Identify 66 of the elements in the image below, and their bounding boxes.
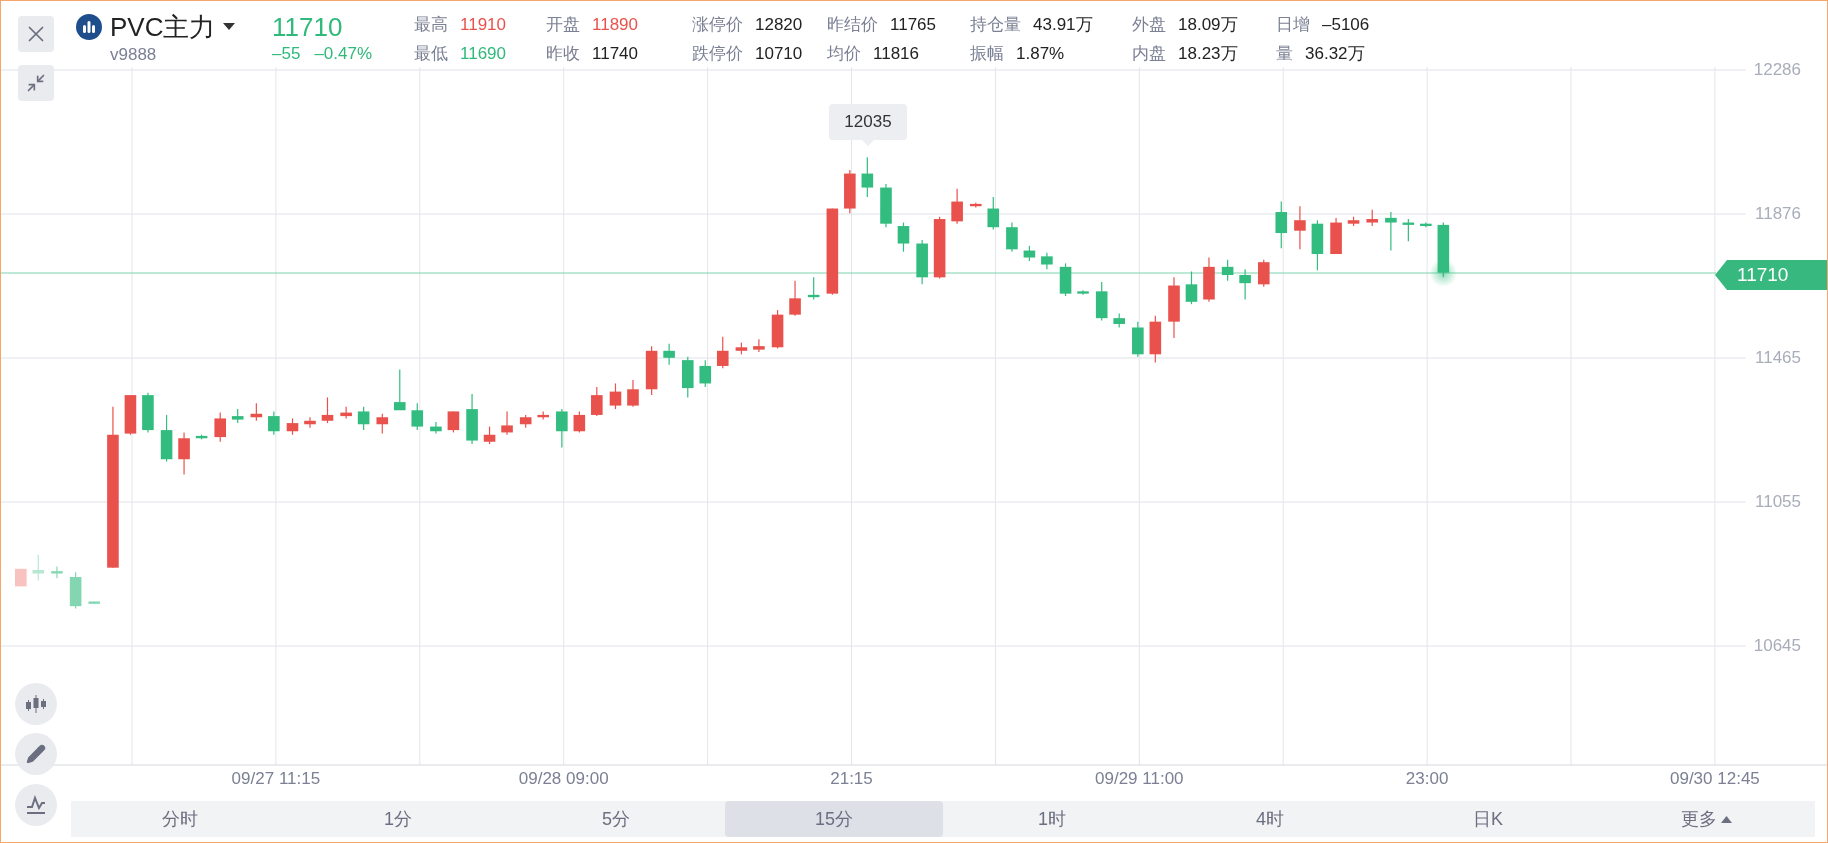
price-change: –55	[272, 45, 301, 62]
x-axis-label: 23:00	[1405, 770, 1449, 787]
y-axis-label: 11465	[1755, 349, 1801, 366]
stat-value: 11690	[460, 44, 506, 64]
last-price: 11710	[272, 12, 344, 42]
indicator-button[interactable]	[15, 784, 57, 826]
stat-value: 11740	[592, 44, 638, 64]
stat-label: 涨停价	[692, 15, 743, 35]
stat-label: 最高	[414, 15, 448, 35]
collapse-icon	[26, 73, 46, 93]
stat-label: 开盘	[546, 15, 580, 35]
collapse-button[interactable]	[18, 65, 54, 101]
y-axis-label: 10645	[1753, 637, 1801, 654]
y-axis-label: 11876	[1755, 205, 1801, 222]
stat-label: 日增	[1276, 15, 1310, 35]
stat-label: 量	[1276, 44, 1293, 64]
stat-value: 11890	[592, 15, 638, 35]
price-tag-pointer-icon	[1715, 260, 1727, 290]
timeframe-tab[interactable]: 更多	[1597, 801, 1815, 837]
caret-down-icon[interactable]	[223, 23, 236, 31]
x-axis-label: 21:15	[830, 770, 873, 787]
timeframe-tab[interactable]: 5分	[507, 801, 725, 837]
logo-icon	[76, 14, 102, 40]
stat-label: 最低	[414, 44, 448, 64]
timeframe-tab[interactable]: 1分	[289, 801, 507, 837]
stat-value: 18.23万	[1178, 44, 1238, 64]
stat-value: 12820	[755, 15, 803, 35]
y-axis-label: 11055	[1755, 493, 1801, 510]
close-button[interactable]	[18, 16, 54, 52]
x-axis-label: 09/29 11:00	[1095, 770, 1184, 787]
stat-value: 11910	[460, 15, 506, 35]
y-axis-label: 12286	[1753, 61, 1801, 78]
stat-value: –5106	[1322, 15, 1370, 35]
timeframe-tab[interactable]: 分时	[71, 801, 289, 837]
indicator-icon	[25, 794, 47, 816]
timeframe-tab[interactable]: 1时	[943, 801, 1161, 837]
stat-label: 跌停价	[692, 44, 743, 64]
x-axis-label: 09/30 12:45	[1670, 770, 1760, 787]
x-axis-label: 09/27 11:15	[231, 770, 321, 787]
draw-button[interactable]	[15, 733, 57, 775]
stat-value: 10710	[755, 44, 803, 64]
candlestick-icon	[25, 693, 47, 715]
stat-value: 43.91万	[1033, 15, 1093, 35]
caret-up-icon	[1720, 815, 1732, 823]
stat-label: 内盘	[1132, 44, 1166, 64]
timeframe-tab[interactable]: 15分	[725, 801, 943, 837]
timeframe-tab[interactable]: 日K	[1379, 801, 1597, 837]
stat-value: 18.09万	[1178, 15, 1238, 35]
chart-type-button[interactable]	[15, 683, 57, 725]
symbol-name: PVC主力	[110, 14, 216, 40]
stat-label: 昨结价	[827, 15, 878, 35]
stat-label: 外盘	[1132, 15, 1166, 35]
stat-value: 11765	[890, 15, 936, 35]
x-axis-label: 09/28 09:00	[518, 770, 609, 787]
stat-value: 1.87%	[1016, 44, 1065, 64]
stat-value: 11816	[873, 44, 919, 64]
pencil-icon	[26, 744, 46, 764]
stat-label: 持仓量	[970, 15, 1021, 35]
stat-label: 振幅	[970, 44, 1004, 64]
symbol-code: v9888	[110, 46, 158, 63]
price-change-percent: –0.47%	[314, 45, 373, 62]
stat-value: 36.32万	[1305, 44, 1365, 64]
timeframe-tab[interactable]: 4时	[1161, 801, 1379, 837]
price-tooltip: 12035	[829, 104, 907, 146]
stat-label: 均价	[827, 44, 861, 64]
stat-label: 昨收	[546, 44, 580, 64]
